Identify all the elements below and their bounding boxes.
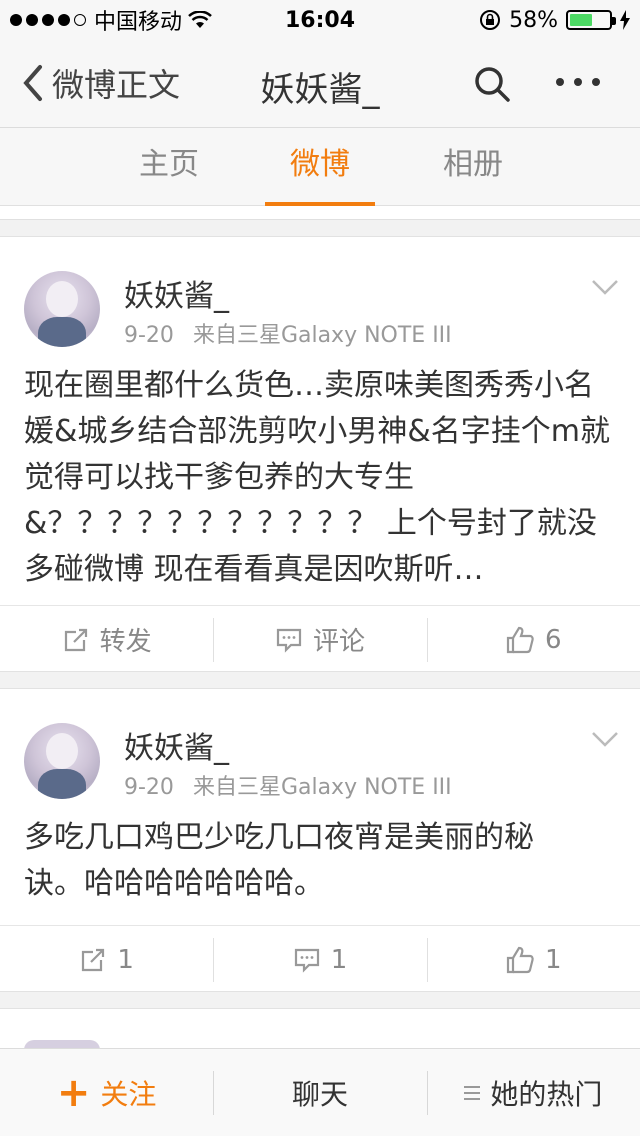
tab-home[interactable]: 主页 xyxy=(114,128,224,206)
post-card[interactable]: 妖妖酱_ 9-20 来自三星Galaxy NOTE III 多吃几口鸡巴少吃几口… xyxy=(0,688,640,992)
post-text: 多吃几口鸡巴少吃几口夜宵是美丽的秘诀。哈哈哈哈哈哈哈。 xyxy=(24,820,534,901)
post-meta: 9-20 来自三星Galaxy NOTE III xyxy=(124,769,452,801)
menu-icon xyxy=(464,1085,481,1100)
like-icon xyxy=(506,946,534,973)
post-username[interactable]: 妖妖酱_ xyxy=(124,271,229,315)
tab-weibo[interactable]: 微博 xyxy=(265,128,375,206)
post-source: 来自三星Galaxy NOTE III xyxy=(192,775,452,800)
comment-icon xyxy=(294,948,319,973)
post-actions: 1 1 1 xyxy=(0,925,640,993)
list-top-edge xyxy=(0,206,640,220)
chat-label: 聊天 xyxy=(291,1077,348,1111)
follow-button[interactable]: + 关注 xyxy=(0,1049,213,1136)
post-text: 现在圈里都什么货色…卖原味美图秀秀小名媛&城乡结合部洗剪吹小男神&名字挂个m就觉… xyxy=(24,368,611,587)
like-count: 1 xyxy=(545,944,562,975)
repost-button[interactable]: 转发 xyxy=(0,606,213,673)
follow-label: 关注 xyxy=(100,1077,157,1111)
comment-count: 1 xyxy=(330,944,348,975)
repost-icon xyxy=(64,628,87,651)
tab-album[interactable]: 相册 xyxy=(418,128,528,206)
chevron-down-icon[interactable] xyxy=(590,277,620,297)
repost-label: 转发 xyxy=(99,627,152,657)
plus-icon: + xyxy=(56,1069,91,1116)
repost-icon xyxy=(82,948,105,971)
navigation-bar: 微博正文 妖妖酱_ xyxy=(0,40,640,128)
repost-button[interactable]: 1 xyxy=(0,926,213,993)
hot-label: 她的热门 xyxy=(490,1077,603,1111)
comment-button[interactable]: 1 xyxy=(213,926,426,993)
comment-button[interactable]: 评论 xyxy=(213,606,426,673)
like-button[interactable]: 1 xyxy=(426,926,640,993)
search-button[interactable] xyxy=(472,64,512,108)
post-date: 9-20 xyxy=(124,323,174,348)
tab-weibo-label: 微博 xyxy=(290,147,350,182)
battery-percent: 58% xyxy=(509,7,558,33)
post-username[interactable]: 妖妖酱_ xyxy=(124,723,229,767)
like-count: 6 xyxy=(545,624,562,655)
post-source: 来自三星Galaxy NOTE III xyxy=(192,323,452,348)
charging-icon xyxy=(620,10,630,30)
repost-count: 1 xyxy=(117,944,134,975)
post-card[interactable]: 妖妖酱_ 9-20 来自三星Galaxy NOTE III 现在圈里都什么货色…… xyxy=(0,236,640,672)
lock-rotation-icon xyxy=(480,10,501,30)
avatar[interactable] xyxy=(24,723,100,799)
status-bar: 中国移动 16:04 58% xyxy=(0,0,640,40)
post-meta: 9-20 来自三星Galaxy NOTE III xyxy=(124,317,452,349)
battery-icon xyxy=(566,10,616,30)
hot-posts-button[interactable]: 她的热门 xyxy=(426,1049,640,1136)
avatar[interactable] xyxy=(24,271,100,347)
search-icon xyxy=(475,67,510,102)
profile-tabs: 主页 微博 相册 xyxy=(0,128,640,206)
bottom-action-bar: + 关注 聊天 她的热门 xyxy=(0,1048,640,1136)
post-actions: 转发 评论 6 xyxy=(0,605,640,673)
chat-button[interactable]: 聊天 xyxy=(213,1049,426,1136)
comment-icon xyxy=(276,628,302,653)
more-icon xyxy=(556,78,564,86)
comment-label: 评论 xyxy=(312,627,365,657)
like-icon xyxy=(506,626,534,653)
post-date: 9-20 xyxy=(124,775,174,800)
more-button[interactable] xyxy=(556,78,600,86)
page-title: 妖妖酱_ xyxy=(260,70,380,110)
chevron-down-icon[interactable] xyxy=(590,729,620,749)
like-button[interactable]: 6 xyxy=(426,606,640,673)
